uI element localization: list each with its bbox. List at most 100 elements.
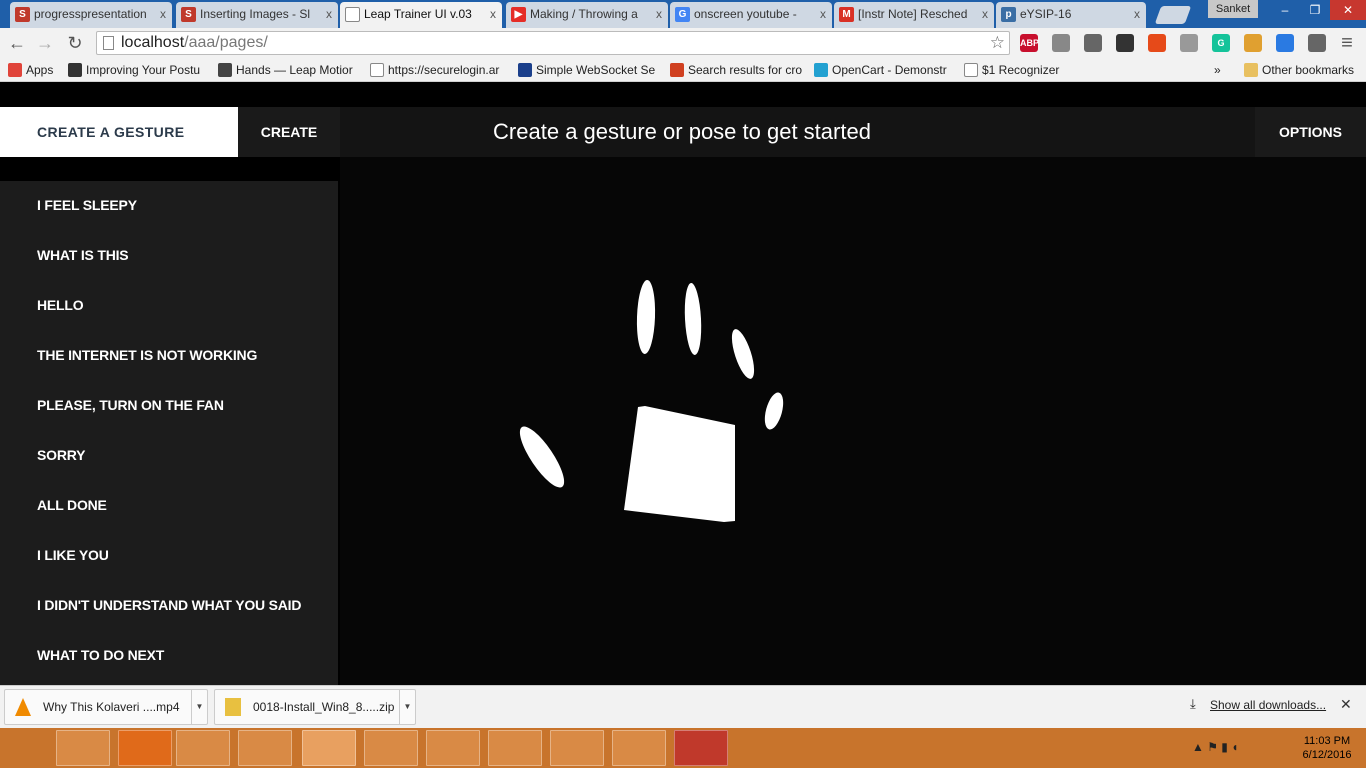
vlc-icon [15,698,31,716]
download-menu-chevron-icon[interactable]: ▼ [399,690,415,724]
tab-3[interactable]: ▶ Making / Throwing a x [506,2,668,28]
gesture-list-item[interactable]: I FEEL SLEEPY [37,195,137,215]
gesture-list-item[interactable]: WHAT TO DO NEXT [37,645,164,665]
bookmark-item[interactable]: Search results for cro [668,62,808,78]
tab-close-icon[interactable]: x [1134,2,1140,26]
bookmark-item[interactable]: OpenCart - Demonstr [812,62,952,78]
tab-close-icon[interactable]: x [490,2,496,26]
download-item[interactable]: Why This Kolaveri ....mp4 ▼ [4,689,208,725]
tab-0[interactable]: Sprogresspresentation x [10,2,172,28]
tab-favicon-icon: S [181,7,196,22]
other-bookmarks-folder[interactable]: Other bookmarks [1242,62,1354,78]
tab-1[interactable]: S Inserting Images - Sl x [176,2,338,28]
system-tray[interactable]: ▲ ⚑ ▮ ◖ [1192,740,1239,754]
leap-trainer-app: CREATE Create a gesture or pose to get s… [0,83,1366,685]
tab-close-icon[interactable]: x [160,2,166,26]
folder-icon [1244,63,1258,77]
tab-2[interactable]: Leap Trainer UI v.03 x [340,2,502,28]
calculator-icon[interactable] [550,730,604,766]
back-button[interactable]: ← [6,32,28,54]
x-ext-icon[interactable] [1084,34,1102,52]
search-ext-icon[interactable] [1052,34,1070,52]
face-ext-icon[interactable] [1244,34,1262,52]
gesture-list-item[interactable]: PLEASE, TURN ON THE FAN [37,395,224,415]
tab-close-icon[interactable]: x [656,2,662,26]
bookmark-icon [370,63,384,77]
bookmark-label: Apps [26,63,54,77]
hand-render-canvas [340,157,1366,685]
gesture-list-item[interactable]: ALL DONE [37,495,107,515]
tab-favicon-icon: ▶ [511,7,526,22]
task-manager-icon[interactable] [56,730,110,766]
windows-taskbar: ▲ ⚑ ▮ ◖ 11:03 PM 6/12/2016 [0,728,1366,768]
gesture-list-item[interactable]: THE INTERNET IS NOT WORKING [37,345,257,365]
bookmark-label: Hands — Leap Motior [236,63,353,77]
sublime-text-icon[interactable] [612,730,666,766]
bookmark-item[interactable]: Hands — Leap Motior [216,62,362,78]
bookmark-item[interactable]: Improving Your Postu [66,62,212,78]
music-app-icon[interactable] [674,730,728,766]
bookmark-item[interactable]: Simple WebSocket Se [516,62,662,78]
create-button[interactable]: CREATE [238,107,340,157]
finger-tip-pinky [764,392,784,430]
gesture-list-item[interactable]: HELLO [37,295,84,315]
tab-close-icon[interactable]: x [326,2,332,26]
chrome-icon[interactable] [302,730,356,766]
show-all-downloads-link[interactable]: ⤓ Show all downloads... [1190,696,1327,712]
gesture-list-item[interactable]: WHAT IS THIS [37,245,129,265]
bookmark-icon [8,63,22,77]
clock-date: 6/12/2016 [1302,749,1352,761]
media-player-icon[interactable] [426,730,480,766]
bookmarks-overflow-button[interactable]: » [1214,62,1221,78]
window-ext-icon[interactable] [1276,34,1294,52]
tab-close-icon[interactable]: x [982,2,988,26]
finger-tip-thumb [519,426,565,488]
chrome-menu-icon[interactable]: ≡ [1336,32,1358,54]
bookmark-label: OpenCart - Demonstr [832,63,947,77]
notepad-plus-icon[interactable] [238,730,292,766]
gesture-list-item[interactable]: I LIKE YOU [37,545,109,565]
tab-5[interactable]: M [Instr Note] Resched x [834,2,994,28]
minimize-button[interactable]: – [1270,0,1300,20]
adblock-plus-icon[interactable]: ABP [1020,34,1039,52]
sticky-notes-icon[interactable] [488,730,542,766]
office-icon[interactable] [1148,34,1166,52]
reload-button[interactable]: ↻ [64,32,86,54]
bookmark-item[interactable]: $1 Recognizer [962,62,1062,78]
tab-6[interactable]: p eYSIP-16 x [996,2,1146,28]
tab-favicon-icon: G [675,7,690,22]
file-explorer-icon[interactable] [176,730,230,766]
tab-title: Leap Trainer UI v.03 [364,7,472,21]
bookmark-star-icon[interactable]: ☆ [990,32,1005,54]
show-all-label: Show all downloads... [1210,698,1327,712]
gesture-name-input[interactable] [0,107,238,157]
tab-title: onscreen youtube - [694,7,797,21]
restore-button[interactable]: ❐ [1300,0,1330,20]
forward-button[interactable]: → [34,32,56,54]
hand-skeleton-svg [519,280,784,522]
bookmark-item[interactable]: Apps [6,62,58,78]
firefox-icon[interactable] [364,730,418,766]
tab-4[interactable]: Gonscreen youtube - x [670,2,832,28]
taskbar-clock[interactable]: 11:03 PM 6/12/2016 [1292,734,1362,762]
close-window-button[interactable]: ✕ [1330,0,1366,20]
xampp-icon[interactable] [118,730,172,766]
bookmark-item[interactable]: https://securelogin.ar [368,62,508,78]
clock-time: 11:03 PM [1303,735,1351,747]
user-profile-badge[interactable]: Sanket [1208,0,1258,18]
gesture-list-item[interactable]: I DIDN'T UNDERSTAND WHAT YOU SAID [37,595,301,615]
address-bar[interactable]: localhost/aaa/pages/ ☆ [96,31,1010,55]
url-host: localhost [121,34,185,51]
options-button[interactable]: OPTIONS [1255,107,1366,157]
tab-close-icon[interactable]: x [820,2,826,26]
close-downloads-icon[interactable]: ✕ [1340,696,1352,713]
gmail-ext-icon[interactable] [1308,34,1326,52]
ghost-ext-icon[interactable] [1116,34,1134,52]
start-button[interactable] [0,730,50,766]
download-item[interactable]: 0018-Install_Win8_8.....zip ▼ [214,689,416,725]
download-menu-chevron-icon[interactable]: ▼ [191,690,207,724]
circle-ext-icon[interactable] [1180,34,1198,52]
gesture-list-item[interactable]: SORRY [37,445,85,465]
grammarly-icon[interactable]: G [1212,34,1230,52]
download-filename: Why This Kolaveri ....mp4 [43,700,180,714]
